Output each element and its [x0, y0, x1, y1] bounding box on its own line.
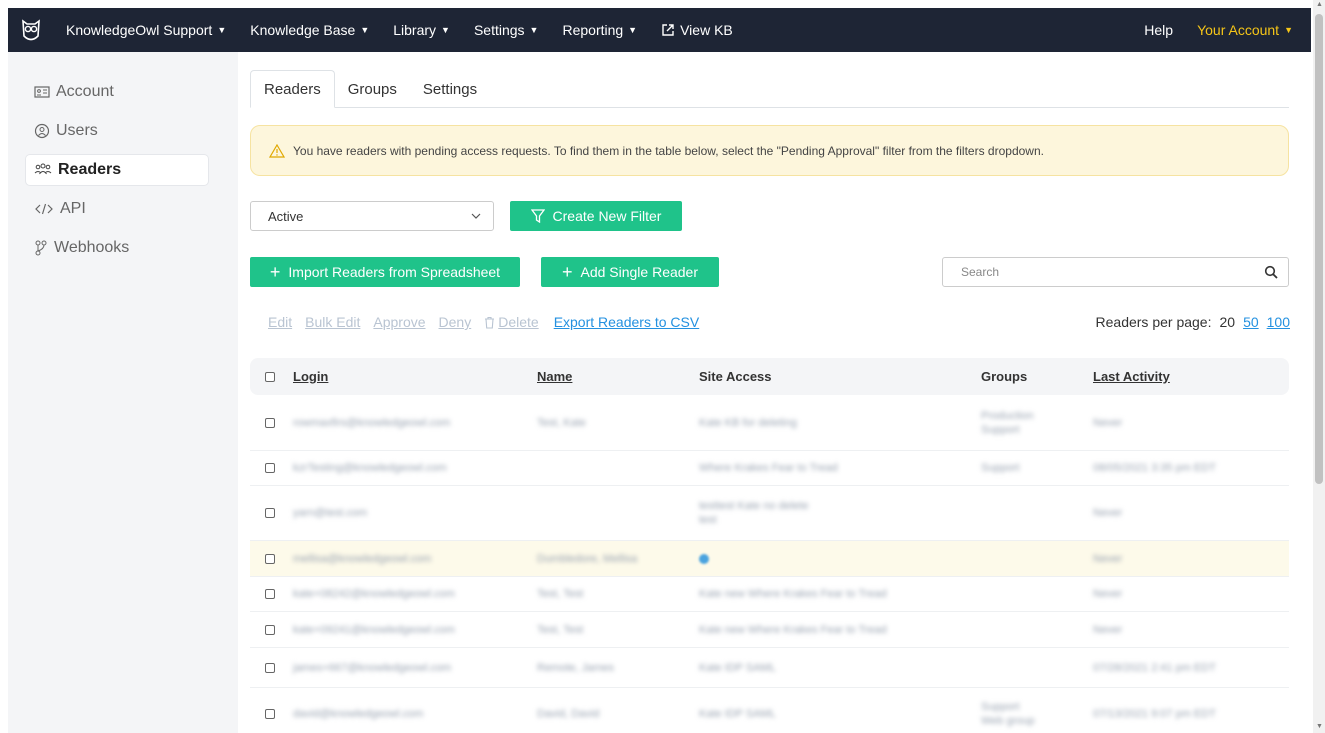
pending-requests-alert: You have readers with pending access req… [250, 125, 1289, 176]
table-row[interactable]: kzrTesting@knowledgeowl.com Where Krakes… [250, 451, 1289, 486]
import-readers-button[interactable]: + Import Readers from Spreadsheet [250, 257, 520, 287]
column-groups: Groups [981, 369, 1028, 384]
tab-groups[interactable]: Groups [335, 70, 410, 108]
search-icon[interactable] [1264, 265, 1278, 279]
column-login[interactable]: Login [293, 358, 328, 395]
nav-library[interactable]: Library ▼ [381, 22, 462, 38]
top-navbar: KnowledgeOwl Support ▼ Knowledge Base ▼ Li… [8, 8, 1311, 52]
user-circle-icon [34, 123, 50, 139]
export-csv-link[interactable]: Export Readers to CSV [554, 314, 700, 330]
sidebar-item-api[interactable]: API [26, 194, 208, 224]
table-row[interactable]: david@knowledgeowl.com David, David Kate… [250, 688, 1289, 733]
nav-view-kb[interactable]: View KB [649, 22, 745, 38]
webhook-icon [35, 240, 47, 256]
page-scrollbar[interactable]: ▲ ▼ [1313, 0, 1325, 733]
delete-link[interactable]: Delete [484, 314, 539, 330]
select-all-checkbox[interactable] [265, 358, 275, 395]
tab-readers[interactable]: Readers [250, 70, 335, 108]
sidebar-item-readers[interactable]: Readers [26, 155, 208, 185]
row-checkbox[interactable] [265, 451, 275, 485]
external-link-icon [662, 24, 674, 36]
sidebar-item-webhooks[interactable]: Webhooks [26, 233, 208, 263]
nav-reporting[interactable]: Reporting ▼ [550, 22, 649, 38]
column-name[interactable]: Name [537, 358, 572, 395]
bulk-actions-bar: Edit Bulk Edit Approve Deny Delete Expor… [268, 314, 699, 330]
owl-logo-icon[interactable] [8, 18, 54, 42]
readers-icon [34, 163, 52, 175]
table-row[interactable]: mellisa@knowledgeowl.com Dumbledore, Mel… [250, 541, 1289, 577]
caret-down-icon: ▼ [217, 25, 227, 35]
plus-icon: + [561, 262, 573, 282]
table-row[interactable]: james+667@knowledgeowl.com Remote, James… [250, 648, 1289, 688]
column-site-access: Site Access [699, 369, 772, 384]
nav-your-account[interactable]: Your Account ▼ [1185, 22, 1311, 38]
scroll-down-arrow-icon[interactable]: ▼ [1316, 723, 1323, 730]
nav-settings[interactable]: Settings ▼ [462, 22, 551, 38]
bulk-edit-link[interactable]: Bulk Edit [305, 314, 360, 330]
nav-brand-menu[interactable]: KnowledgeOwl Support ▼ [54, 22, 238, 38]
sidebar-item-users[interactable]: Users [26, 116, 208, 146]
search-input[interactable]: Search [942, 257, 1289, 287]
caret-down-icon: ▼ [1284, 25, 1293, 35]
add-single-reader-button[interactable]: + Add Single Reader [541, 257, 719, 287]
nav-knowledge-base[interactable]: Knowledge Base ▼ [238, 22, 381, 38]
alert-text: You have readers with pending access req… [293, 143, 1044, 158]
warning-icon [269, 143, 285, 158]
table-header: Login Name Site Access Groups Last Activ… [250, 358, 1289, 395]
deny-link[interactable]: Deny [439, 314, 472, 330]
caret-down-icon: ▼ [441, 25, 450, 35]
row-checkbox[interactable] [265, 486, 275, 540]
row-checkbox[interactable] [265, 541, 275, 576]
create-new-filter-button[interactable]: Create New Filter [510, 201, 682, 231]
scrollbar-thumb[interactable] [1315, 14, 1323, 484]
per-page-50[interactable]: 50 [1243, 314, 1259, 330]
filter-icon [530, 209, 545, 223]
caret-down-icon: ▼ [360, 25, 370, 35]
caret-down-icon: ▼ [628, 25, 638, 35]
chevron-down-icon [471, 213, 481, 219]
code-icon [35, 203, 53, 215]
caret-down-icon: ▼ [529, 25, 539, 35]
column-last-activity[interactable]: Last Activity [1093, 358, 1170, 395]
per-page-20: 20 [1219, 314, 1236, 330]
scroll-up-arrow-icon[interactable]: ▲ [1316, 1, 1323, 8]
id-card-icon [34, 86, 50, 98]
tab-settings[interactable]: Settings [410, 70, 490, 108]
table-row[interactable]: rowmaxfirs@knowledgeowl.com Test, Kate K… [250, 396, 1289, 451]
row-checkbox[interactable] [265, 577, 275, 611]
table-row[interactable]: yarn@test.com testtest Kate no delete te… [250, 486, 1289, 541]
filter-select[interactable]: Active [250, 201, 494, 231]
tab-bar: Readers Groups Settings [250, 70, 1289, 108]
site-access-indicator [699, 541, 709, 576]
sidebar: Account Users Readers API Webhooks [8, 52, 238, 733]
row-checkbox[interactable] [265, 688, 275, 733]
sidebar-item-account[interactable]: Account [26, 77, 208, 107]
per-page-100[interactable]: 100 [1267, 314, 1290, 330]
approve-link[interactable]: Approve [373, 314, 425, 330]
edit-link[interactable]: Edit [268, 314, 292, 330]
row-checkbox[interactable] [265, 648, 275, 687]
plus-icon: + [269, 262, 281, 282]
row-checkbox[interactable] [265, 396, 275, 450]
nav-help[interactable]: Help [1132, 22, 1185, 38]
row-checkbox[interactable] [265, 612, 275, 647]
table-row[interactable]: kate+08242@knowledgeowl.com Test, Test K… [250, 577, 1289, 612]
trash-icon [485, 316, 495, 329]
readers-per-page: Readers per page: 20 50 100 [1095, 314, 1290, 330]
table-row[interactable]: kate+09241@knowledgeowl.com Test, Test K… [250, 612, 1289, 648]
